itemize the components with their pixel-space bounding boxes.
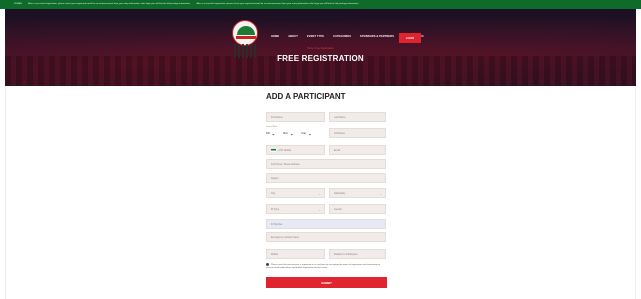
- dob-label: Date of Birth: [266, 126, 278, 128]
- consent-text: Please note that your privacy is importa…: [266, 263, 386, 271]
- first-name-input[interactable]: First Name: [266, 112, 325, 122]
- full-name-input[interactable]: Full Name: [329, 128, 386, 138]
- email-input[interactable]: Email: [329, 145, 386, 155]
- flag-icon: [271, 148, 276, 152]
- phone-input[interactable]: +971 Mobile: [266, 145, 325, 155]
- login-button[interactable]: LOGIN: [399, 33, 421, 43]
- nav-item-categories[interactable]: CATEGORIES: [333, 35, 351, 38]
- gender-input[interactable]: Gender: [329, 204, 386, 214]
- phone-placeholder: Mobile: [284, 149, 292, 152]
- chevron-down-icon: ⌄: [318, 208, 321, 212]
- dob-day-select[interactable]: DD ⌄: [266, 130, 275, 136]
- announcement-bar: ZUMBA After a successful registration, p…: [0, 0, 641, 9]
- nav-item-home[interactable]: HOME: [271, 35, 279, 38]
- form-title: ADD A PARTICIPANT: [266, 92, 346, 101]
- city-select[interactable]: City ⌄: [266, 188, 325, 198]
- emergency-relation-input[interactable]: Relation to Participant: [329, 249, 386, 259]
- last-name-input[interactable]: Last Name: [329, 112, 386, 122]
- dob-year-select[interactable]: Year ⌄: [301, 130, 312, 136]
- phone-code: +971: [278, 149, 284, 152]
- announcement-label: ZUMBA: [14, 3, 22, 5]
- page-title: FREE REGISTRATION: [277, 54, 364, 63]
- id-number-input[interactable]: ID Number: [266, 219, 386, 229]
- emergency-name-input[interactable]: Emergency Contact Name: [266, 232, 386, 242]
- consent-label: Please note that your privacy is importa…: [266, 264, 381, 270]
- dob-year-value: Year: [301, 131, 307, 135]
- nav-item-about[interactable]: ABOUT: [288, 35, 298, 38]
- id-type-value: ID Type: [271, 208, 280, 211]
- announcement-text: After a successful registration, please …: [28, 3, 190, 5]
- chevron-down-icon: ⌄: [308, 130, 312, 136]
- nav-item-event-type[interactable]: EVENT TYPE: [307, 35, 324, 38]
- chevron-down-icon: ⌄: [379, 192, 382, 196]
- submit-button[interactable]: SUBMIT: [266, 277, 387, 288]
- dob-month-value: Mon: [283, 131, 289, 135]
- breadcrumb[interactable]: Home / Free Registration: [0, 47, 641, 50]
- nav-item-sponsors[interactable]: SPONSORS & PARTNERS: [360, 35, 394, 38]
- id-type-select[interactable]: ID Type ⌄: [266, 204, 325, 214]
- announcement-text: After a successful registration, please …: [196, 3, 359, 5]
- chevron-down-icon: ⌄: [318, 192, 321, 196]
- chevron-down-icon: ⌄: [271, 130, 276, 136]
- chevron-down-icon: ⌄: [290, 130, 294, 136]
- site-logo[interactable]: [232, 20, 258, 46]
- emergency-phone-input[interactable]: Mobile: [266, 249, 325, 259]
- nationality-value: Nationality: [334, 192, 346, 195]
- region-input[interactable]: Region: [266, 173, 386, 183]
- nationality-select[interactable]: Nationality ⌄: [329, 188, 386, 198]
- address-input[interactable]: Full Home / Street Address: [266, 159, 386, 169]
- dob-day-value: DD: [266, 131, 270, 135]
- city-value: City: [271, 192, 276, 195]
- dob-month-select[interactable]: Mon ⌄: [283, 130, 293, 136]
- radio-icon[interactable]: [266, 263, 269, 266]
